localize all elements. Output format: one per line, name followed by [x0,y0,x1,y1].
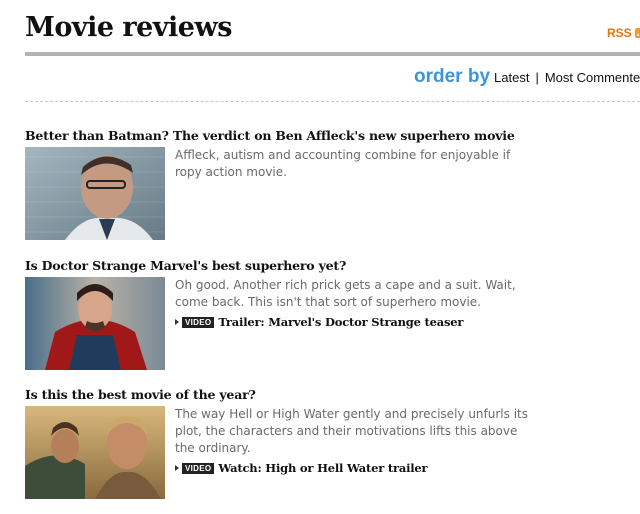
article-item: Is this the best movie of the year? The … [25,387,640,499]
arrow-right-icon [175,465,179,471]
article-headline[interactable]: Is Doctor Strange Marvel's best superher… [25,258,640,274]
video-badge: VIDEO [182,462,215,474]
video-link-label: Trailer: Marvel's Doctor Strange teaser [218,315,464,329]
arrow-right-icon [175,319,179,325]
dashed-divider [25,101,640,102]
order-separator: | [535,70,539,85]
video-link-label: Watch: High or Hell Water trailer [218,461,428,475]
article-thumbnail[interactable] [25,277,165,370]
article-headline[interactable]: Better than Batman? The verdict on Ben A… [25,128,640,144]
video-link[interactable]: VIDEO Watch: High or Hell Water trailer [175,461,535,475]
rss-label: RSS [607,26,632,40]
article-thumbnail[interactable] [25,147,165,240]
article-summary: Oh good. Another rich prick gets a cape … [175,278,516,309]
article-thumbnail[interactable] [25,406,165,499]
article-summary: Affleck, autism and accounting combine f… [175,148,511,179]
video-link[interactable]: VIDEO Trailer: Marvel's Doctor Strange t… [175,315,535,329]
order-option-latest[interactable]: Latest [494,70,529,85]
article-headline[interactable]: Is this the best movie of the year? [25,387,640,403]
article-item: Better than Batman? The verdict on Ben A… [25,128,640,240]
order-by-label: order by [414,66,491,87]
order-by-bar: order by Latest | Most Commented [414,66,640,88]
order-option-most-commented[interactable]: Most Commented [545,70,640,85]
title-rule [25,52,640,56]
page-title: Movie reviews [25,12,232,43]
rss-icon [634,28,640,38]
article-summary: The way Hell or High Water gently and pr… [175,407,528,455]
rss-link[interactable]: RSS [607,26,640,40]
article-item: Is Doctor Strange Marvel's best superher… [25,258,640,370]
video-badge: VIDEO [182,316,215,328]
